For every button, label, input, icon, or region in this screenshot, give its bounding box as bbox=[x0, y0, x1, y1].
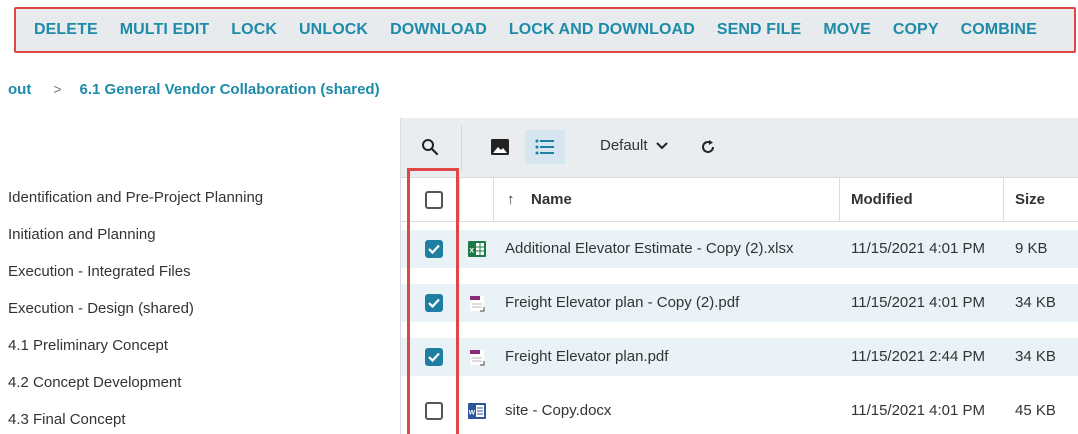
tree-item-execution-integrated[interactable]: Execution - Integrated Files bbox=[8, 263, 191, 280]
file-size: 34 KB bbox=[1015, 294, 1056, 311]
table-row[interactable]: w site - Copy.docx 11/15/2021 4:01 PM 45… bbox=[401, 392, 1078, 430]
table-row[interactable]: x Additional Elevator Estimate - Copy (2… bbox=[401, 230, 1078, 268]
action-toolbar: DELETE MULTI EDIT LOCK UNLOCK DOWNLOAD L… bbox=[14, 7, 1076, 53]
breadcrumb-current[interactable]: 6.1 General Vendor Collaboration (shared… bbox=[80, 81, 380, 98]
sort-ascending-icon[interactable]: ↑ bbox=[507, 191, 515, 208]
breadcrumb-separator: > bbox=[53, 81, 62, 97]
folder-tree: Identification and Pre-Project Planning … bbox=[0, 118, 400, 434]
download-button[interactable]: DOWNLOAD bbox=[390, 21, 487, 39]
svg-text:w: w bbox=[468, 408, 476, 417]
search-button[interactable] bbox=[413, 130, 447, 164]
file-modified: 11/15/2021 4:01 PM bbox=[851, 402, 985, 419]
column-divider bbox=[839, 178, 840, 222]
tree-item-preliminary-concept[interactable]: 4.1 Preliminary Concept bbox=[8, 337, 168, 354]
table-row[interactable]: Freight Elevator plan.pdf 11/15/2021 2:4… bbox=[401, 338, 1078, 376]
file-modified: 11/15/2021 4:01 PM bbox=[851, 294, 985, 311]
checkmark-icon bbox=[428, 298, 440, 308]
select-all-checkbox[interactable] bbox=[425, 191, 443, 209]
list-view-button[interactable] bbox=[525, 130, 565, 164]
file-name[interactable]: Freight Elevator plan - Copy (2).pdf bbox=[505, 294, 739, 311]
breadcrumb-parent-link[interactable]: out bbox=[0, 81, 31, 98]
move-button[interactable]: MOVE bbox=[823, 21, 871, 39]
lock-and-download-button[interactable]: LOCK AND DOWNLOAD bbox=[509, 21, 695, 39]
breadcrumb: out > 6.1 General Vendor Collaboration (… bbox=[0, 78, 380, 100]
file-name[interactable]: Freight Elevator plan.pdf bbox=[505, 348, 668, 365]
column-header-name[interactable]: Name bbox=[531, 191, 572, 208]
combine-button[interactable]: COMBINE bbox=[961, 21, 1037, 39]
table-header: ↑ Name Modified Size bbox=[401, 178, 1078, 222]
refresh-icon bbox=[702, 140, 714, 153]
file-size: 45 KB bbox=[1015, 402, 1056, 419]
file-modified: 11/15/2021 2:44 PM bbox=[851, 348, 985, 365]
column-divider bbox=[459, 178, 460, 222]
view-mode-dropdown[interactable]: Default bbox=[600, 137, 668, 154]
row-checkbox[interactable] bbox=[425, 240, 443, 258]
toolbar-divider bbox=[461, 126, 462, 170]
word-file-icon: w bbox=[468, 403, 486, 419]
file-size: 9 KB bbox=[1015, 240, 1048, 257]
svg-text:x: x bbox=[470, 246, 475, 255]
checkmark-icon bbox=[428, 352, 440, 362]
unlock-button[interactable]: UNLOCK bbox=[299, 21, 368, 39]
image-view-button[interactable] bbox=[485, 130, 515, 164]
tree-item-initiation[interactable]: Initiation and Planning bbox=[8, 226, 156, 243]
refresh-button[interactable] bbox=[695, 130, 721, 164]
delete-button[interactable]: DELETE bbox=[34, 21, 98, 39]
row-checkbox[interactable] bbox=[425, 294, 443, 312]
file-size: 34 KB bbox=[1015, 348, 1056, 365]
column-divider bbox=[1003, 178, 1004, 222]
row-checkbox[interactable] bbox=[425, 348, 443, 366]
view-mode-label: Default bbox=[600, 137, 648, 154]
pdf-file-icon bbox=[470, 296, 485, 312]
file-name[interactable]: site - Copy.docx bbox=[505, 402, 611, 419]
file-modified: 11/15/2021 4:01 PM bbox=[851, 240, 985, 257]
column-header-size[interactable]: Size bbox=[1015, 191, 1045, 208]
image-view-icon bbox=[491, 139, 509, 155]
tree-item-final-concept[interactable]: 4.3 Final Concept bbox=[8, 411, 126, 428]
file-name[interactable]: Additional Elevator Estimate - Copy (2).… bbox=[505, 240, 793, 257]
checkmark-icon bbox=[428, 244, 440, 254]
multi-edit-button[interactable]: MULTI EDIT bbox=[120, 21, 210, 39]
file-toolbar: Default bbox=[401, 118, 1078, 178]
row-checkbox[interactable] bbox=[425, 402, 443, 420]
chevron-down-icon bbox=[655, 141, 668, 149]
column-divider bbox=[493, 178, 494, 222]
search-icon bbox=[422, 139, 439, 156]
column-header-modified[interactable]: Modified bbox=[851, 191, 913, 208]
send-file-button[interactable]: SEND FILE bbox=[717, 21, 801, 39]
table-row[interactable]: Freight Elevator plan - Copy (2).pdf 11/… bbox=[401, 284, 1078, 322]
tree-item-execution-design[interactable]: Execution - Design (shared) bbox=[8, 300, 194, 317]
pdf-file-icon bbox=[470, 350, 485, 366]
list-view-icon bbox=[535, 139, 554, 155]
tree-item-concept-development[interactable]: 4.2 Concept Development bbox=[8, 374, 181, 391]
file-panel: Default ↑ Name Modified Size x Additiona… bbox=[400, 118, 1078, 434]
excel-file-icon: x bbox=[468, 241, 486, 257]
copy-button[interactable]: COPY bbox=[893, 21, 939, 39]
tree-item-identification[interactable]: Identification and Pre-Project Planning bbox=[8, 189, 263, 206]
lock-button[interactable]: LOCK bbox=[231, 21, 277, 39]
